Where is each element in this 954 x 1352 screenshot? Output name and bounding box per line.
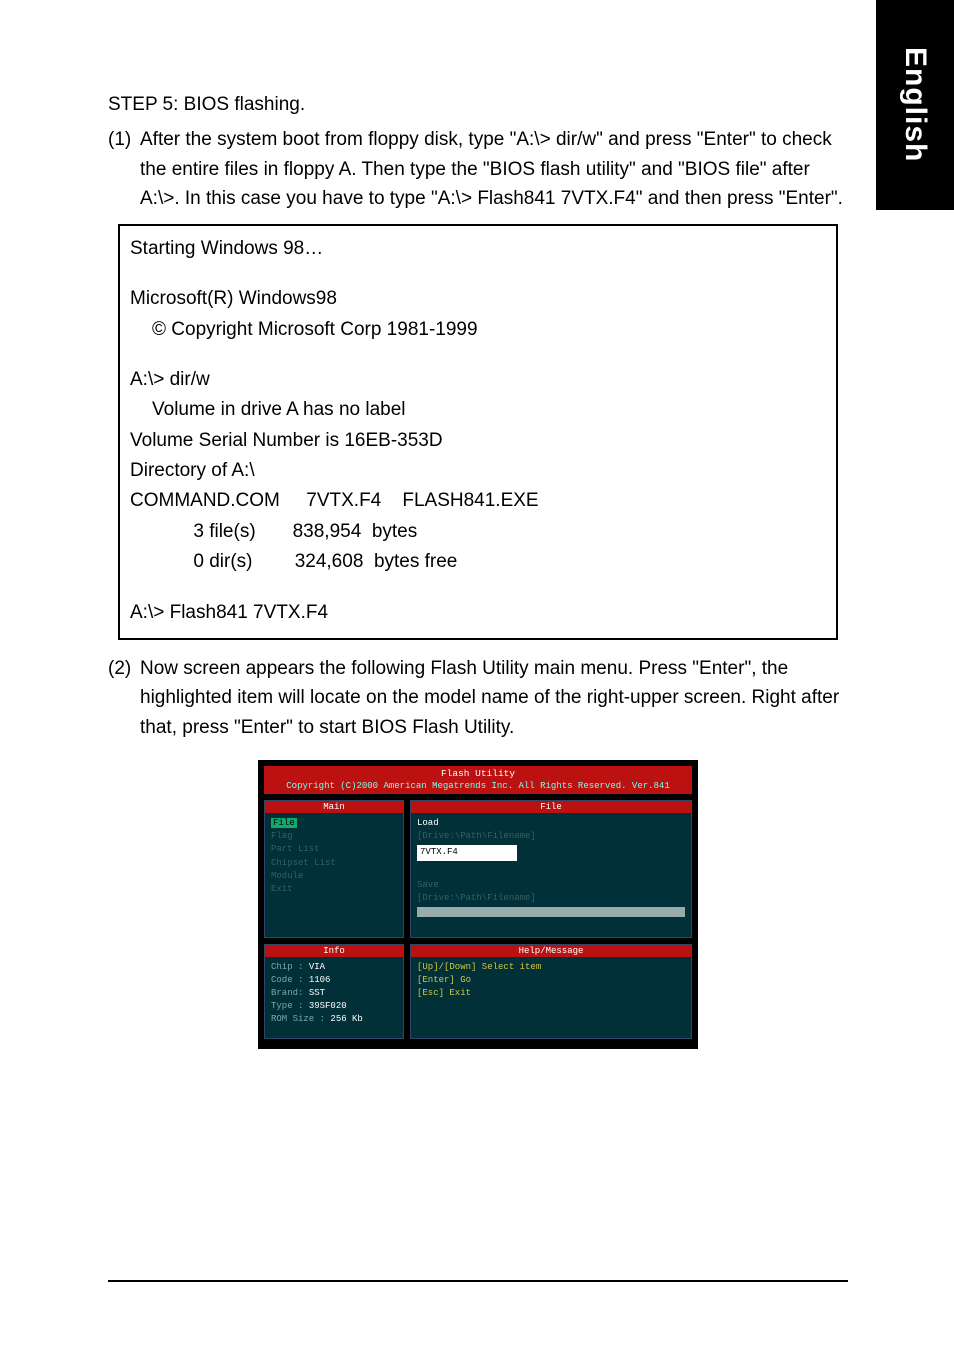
help-panel: Help/Message [Up]/[Down] Select item [En… [410, 944, 692, 1039]
dos-line: 0 dir(s) 324,608 bytes free [130, 547, 826, 577]
load-label: Load [417, 817, 685, 830]
page-content: STEP 5: BIOS flashing. (1) After the sys… [108, 90, 848, 1049]
flash-titlebar: Flash Utility Copyright (C)2000 American… [264, 766, 692, 794]
flash-top-panels: Main File Flag Part List Chipset List Mo… [264, 800, 692, 937]
info-panel-body: Chip : VIA Code : 1106 Brand: SST Type :… [265, 957, 403, 1038]
info-panel-head: Info [265, 945, 403, 957]
help-panel-body: [Up]/[Down] Select item [Enter] Go [Esc]… [411, 957, 691, 1012]
paragraph-1: (1) After the system boot from floppy di… [108, 125, 848, 213]
flash-title: Flash Utility [268, 768, 688, 780]
dos-line: A:\> dir/w [130, 365, 826, 395]
save-label: Save [417, 879, 685, 892]
main-panel-head: Main [265, 801, 403, 813]
menu-chipsetlist[interactable]: Chipset List [271, 857, 397, 870]
language-tab: English [876, 0, 954, 210]
menu-flag[interactable]: Flag [271, 830, 397, 843]
dos-line: Directory of A:\ [130, 456, 826, 486]
language-label: English [898, 47, 932, 162]
para2-text: Now screen appears the following Flash U… [140, 654, 848, 742]
help-line: [Up]/[Down] Select item [417, 961, 685, 974]
main-panel-body: File Flag Part List Chipset List Module … [265, 813, 403, 915]
step-heading: STEP 5: BIOS flashing. [108, 90, 848, 119]
dos-line: Volume Serial Number is 16EB-353D [130, 426, 826, 456]
dos-line: A:\> Flash841 7VTX.F4 [130, 598, 826, 628]
dos-line: Volume in drive A has no label [130, 395, 826, 425]
file-panel-head: File [411, 801, 691, 813]
menu-partlist[interactable]: Part List [271, 843, 397, 856]
save-filename-input[interactable] [417, 907, 685, 917]
menu-exit[interactable]: Exit [271, 883, 397, 896]
flash-utility-window: Flash Utility Copyright (C)2000 American… [258, 760, 698, 1049]
paragraph-2: (2) Now screen appears the following Fla… [108, 654, 848, 742]
para2-num: (2) [108, 654, 140, 742]
help-panel-head: Help/Message [411, 945, 691, 957]
page-footer-rule [108, 1280, 848, 1282]
help-line: [Enter] Go [417, 974, 685, 987]
info-panel: Info Chip : VIA Code : 1106 Brand: SST T… [264, 944, 404, 1039]
flash-utility-screenshot: Flash Utility Copyright (C)2000 American… [108, 760, 848, 1049]
para1-text: After the system boot from floppy disk, … [140, 125, 848, 213]
main-panel: Main File Flag Part List Chipset List Mo… [264, 800, 404, 937]
file-panel-body: Load [Drive:\Path\Filename] 7VTX.F4 Save… [411, 813, 691, 936]
dos-line: 3 file(s) 838,954 bytes [130, 517, 826, 547]
load-hint: [Drive:\Path\Filename] [417, 830, 685, 843]
dos-line: Microsoft(R) Windows98 [130, 284, 826, 314]
dos-line: COMMAND.COM 7VTX.F4 FLASH841.EXE [130, 486, 826, 516]
dos-line: © Copyright Microsoft Corp 1981-1999 [130, 315, 826, 345]
load-filename-input[interactable]: 7VTX.F4 [417, 845, 517, 860]
help-line: [Esc] Exit [417, 987, 685, 1000]
para1-num: (1) [108, 125, 140, 213]
dos-line: Starting Windows 98… [130, 234, 826, 264]
dos-output-box: Starting Windows 98… Microsoft(R) Window… [118, 224, 838, 640]
flash-bottom-panels: Info Chip : VIA Code : 1106 Brand: SST T… [264, 944, 692, 1039]
flash-copyright: Copyright (C)2000 American Megatrends In… [268, 781, 688, 793]
save-hint: [Drive:\Path\Filename] [417, 892, 685, 905]
file-panel: File Load [Drive:\Path\Filename] 7VTX.F4… [410, 800, 692, 937]
menu-module[interactable]: Module [271, 870, 397, 883]
menu-file[interactable]: File [271, 818, 297, 828]
